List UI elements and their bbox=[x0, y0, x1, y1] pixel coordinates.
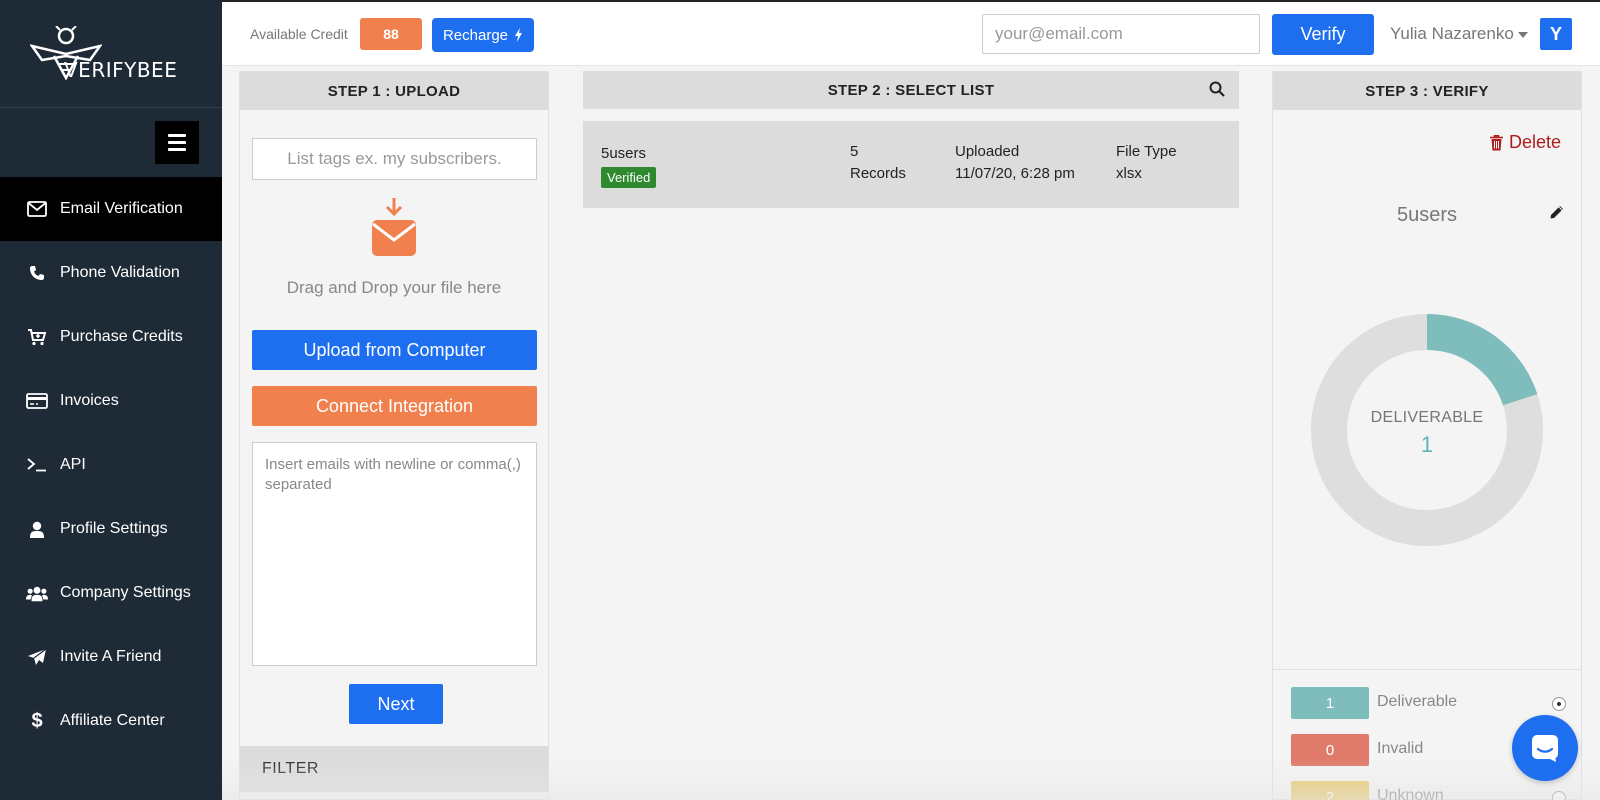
hamburger-icon bbox=[168, 134, 186, 137]
envelope-icon bbox=[26, 201, 48, 217]
sidebar-item-label: Company Settings bbox=[60, 584, 191, 601]
filetype-column: File Type xlsx bbox=[1116, 141, 1177, 185]
sidebar-item-label: API bbox=[60, 456, 86, 473]
uploaded-label: Uploaded bbox=[955, 143, 1020, 160]
filter-section-header[interactable]: FILTER bbox=[240, 746, 548, 792]
chat-icon bbox=[1532, 735, 1558, 762]
dollar-icon: $ bbox=[31, 709, 43, 732]
next-button[interactable]: Next bbox=[349, 684, 443, 724]
step1-upload-panel: STEP 1 : UPLOAD Drag and Drop your file … bbox=[239, 71, 549, 800]
terminal-icon bbox=[26, 458, 48, 472]
legend-count: 1 bbox=[1291, 687, 1369, 719]
available-credit-label: Available Credit bbox=[250, 26, 348, 42]
delete-button[interactable]: Delete bbox=[1489, 132, 1561, 153]
list-name: 5users bbox=[601, 145, 647, 162]
status-badge: Verified bbox=[601, 167, 657, 188]
legend-item-unknown[interactable]: 2 Unknown bbox=[1291, 781, 1566, 800]
caret-down-icon bbox=[1517, 31, 1528, 38]
step2-header: STEP 2 : SELECT LIST bbox=[583, 71, 1239, 109]
paper-plane-icon bbox=[26, 648, 48, 666]
legend-divider bbox=[1273, 669, 1581, 670]
sidebar-item-invite-a-friend[interactable]: Invite A Friend bbox=[0, 625, 222, 689]
sidebar-item-purchase-credits[interactable]: Purchase Credits bbox=[0, 305, 222, 369]
list-tags-input[interactable] bbox=[252, 138, 537, 180]
sidebar-item-invoices[interactable]: Invoices bbox=[0, 369, 222, 433]
chat-launcher-button[interactable] bbox=[1512, 715, 1578, 781]
credit-balance-badge: 88 bbox=[360, 18, 422, 50]
brand-name: VERIFYBEE bbox=[64, 58, 178, 82]
sidebar-item-label: Purchase Credits bbox=[60, 328, 183, 345]
users-icon bbox=[26, 585, 48, 602]
verify-button[interactable]: Verify bbox=[1272, 14, 1374, 55]
legend-label: Deliverable bbox=[1377, 693, 1458, 710]
uploaded-column: Uploaded 11/07/20, 6:28 pm bbox=[955, 141, 1075, 185]
deliverability-donut-chart bbox=[1311, 314, 1543, 546]
connect-integration-button[interactable]: Connect Integration bbox=[252, 386, 537, 426]
credit-card-icon bbox=[26, 393, 48, 409]
donut-center-value: 1 bbox=[1420, 432, 1434, 457]
selected-list-title: 5users bbox=[1396, 204, 1458, 226]
sidebar-item-api[interactable]: API bbox=[0, 433, 222, 497]
records-label: Records bbox=[850, 165, 906, 182]
avatar[interactable]: Y bbox=[1540, 18, 1572, 50]
menu-toggle-button[interactable] bbox=[155, 121, 199, 164]
step2-title: STEP 2 : SELECT LIST bbox=[827, 81, 995, 99]
legend-radio[interactable] bbox=[1552, 697, 1566, 711]
step1-title: STEP 1 : UPLOAD bbox=[240, 72, 548, 110]
upload-from-computer-button[interactable]: Upload from Computer bbox=[252, 330, 537, 370]
legend-label: Invalid bbox=[1377, 740, 1424, 757]
uploaded-date: 11/07/20, 6:28 pm bbox=[955, 165, 1075, 182]
sidebar-item-label: Invoices bbox=[60, 392, 119, 409]
step3-verify-panel: STEP 3 : VERIFY Delete 5users DELIVERABL… bbox=[1272, 71, 1582, 800]
drag-drop-text: Drag and Drop your file here bbox=[286, 278, 502, 297]
lightning-icon bbox=[515, 28, 523, 42]
sidebar-item-label: Email Verification bbox=[60, 200, 183, 217]
sidebar: VERIFYBEE Email Verification Phone Valid… bbox=[0, 0, 222, 800]
legend-count: 0 bbox=[1291, 734, 1369, 766]
sidebar-item-email-verification[interactable]: Email Verification bbox=[0, 177, 222, 241]
step3-title: STEP 3 : VERIFY bbox=[1273, 72, 1581, 110]
topbar: Available Credit 88 Recharge Verify Yuli… bbox=[222, 0, 1600, 66]
donut-center-label: DELIVERABLE bbox=[1370, 409, 1484, 426]
donut-segment-deliverable bbox=[1426, 314, 1538, 406]
legend-count: 2 bbox=[1291, 781, 1369, 800]
phone-icon bbox=[26, 265, 48, 281]
cart-icon bbox=[26, 328, 48, 346]
records-count: 5 bbox=[850, 143, 859, 160]
sidebar-item-phone-validation[interactable]: Phone Validation bbox=[0, 241, 222, 305]
email-input[interactable] bbox=[982, 14, 1260, 54]
user-icon bbox=[26, 521, 48, 538]
list-item[interactable]: 5users Verified 5 Records Uploaded 11/07… bbox=[583, 121, 1239, 208]
user-name: Yulia Nazarenko bbox=[1390, 24, 1514, 43]
delete-label: Delete bbox=[1508, 132, 1561, 152]
sidebar-item-label: Invite A Friend bbox=[60, 648, 162, 665]
user-menu[interactable]: Yulia Nazarenko bbox=[1390, 24, 1528, 44]
trash-icon bbox=[1489, 134, 1503, 150]
pencil-icon[interactable] bbox=[1549, 204, 1565, 225]
sidebar-item-affiliate-center[interactable]: $ Affiliate Center bbox=[0, 689, 222, 753]
legend-radio[interactable] bbox=[1552, 791, 1566, 800]
recharge-button[interactable]: Recharge bbox=[432, 18, 534, 52]
sidebar-item-label: Phone Validation bbox=[60, 264, 180, 281]
recharge-button-label: Recharge bbox=[442, 26, 509, 44]
emails-textarea[interactable] bbox=[252, 442, 537, 666]
sidebar-item-label: Profile Settings bbox=[60, 520, 168, 537]
records-column: 5 Records bbox=[850, 141, 906, 185]
sidebar-item-label: Affiliate Center bbox=[60, 712, 165, 729]
filetype-label: File Type bbox=[1116, 143, 1177, 160]
sidebar-item-profile-settings[interactable]: Profile Settings bbox=[0, 497, 222, 561]
legend-item-deliverable[interactable]: 1 Deliverable bbox=[1291, 687, 1566, 719]
search-icon[interactable] bbox=[1209, 81, 1225, 101]
step2-select-list-panel: STEP 2 : SELECT LIST 5users Verified 5 R… bbox=[583, 71, 1239, 800]
brand-logo[interactable]: VERIFYBEE bbox=[0, 0, 222, 108]
legend-label: Unknown bbox=[1377, 787, 1444, 800]
filetype-value: xlsx bbox=[1116, 165, 1142, 182]
sidebar-item-company-settings[interactable]: Company Settings bbox=[0, 561, 222, 625]
file-drop-icon bbox=[370, 196, 418, 267]
